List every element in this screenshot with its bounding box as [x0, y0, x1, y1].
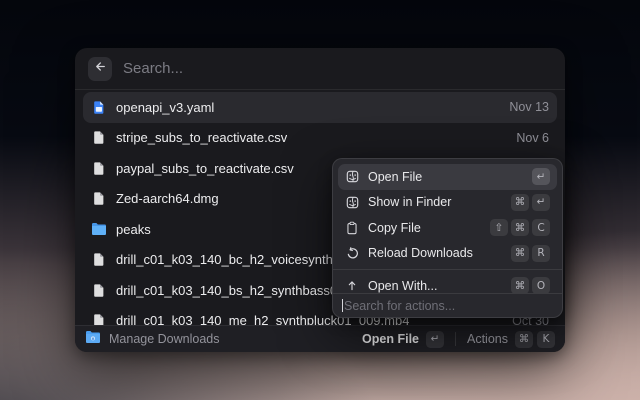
- status-bar: Manage Downloads Open File ↵ Actions ⌘K: [75, 325, 565, 352]
- shortcut-keycap: ⌘: [511, 194, 529, 211]
- menu-item[interactable]: Copy File ⇧⌘C: [338, 215, 557, 241]
- document-icon: [91, 130, 107, 146]
- shortcut-keycap: ↵: [532, 168, 550, 185]
- shortcut-keycap: ⌘: [511, 277, 529, 293]
- search-bar: [75, 48, 565, 90]
- menu-item-label: Reload Downloads: [368, 246, 473, 260]
- file-name: openapi_v3.yaml: [116, 100, 214, 115]
- actions-button[interactable]: Actions: [467, 332, 508, 346]
- shortcut-keycap: ⌘: [511, 219, 529, 236]
- statusbar-divider: [455, 332, 456, 346]
- menu-item-shortcut: ⌘R: [511, 245, 550, 262]
- document-icon: [91, 160, 107, 176]
- menu-item-shortcut: ⇧⌘C: [490, 219, 550, 236]
- file-date: Nov 13: [509, 100, 549, 114]
- document-icon: [91, 313, 107, 325]
- status-right: Open File ↵ Actions ⌘K: [362, 331, 555, 348]
- shortcut-keycap: ↵: [532, 194, 550, 211]
- actions-shortcut: ⌘K: [515, 331, 555, 348]
- file-name: stripe_subs_to_reactivate.csv: [116, 130, 287, 145]
- return-keycap: ↵: [426, 331, 444, 348]
- downloads-folder-icon: [85, 330, 101, 349]
- finder-icon: [345, 170, 359, 184]
- yaml-document-icon: [91, 99, 107, 115]
- actions-menu-list[interactable]: Open File ↵ Show in Finder ⌘↵ Copy File …: [333, 159, 562, 293]
- reload-icon: [345, 246, 359, 260]
- shortcut-keycap: ⇧: [490, 219, 508, 236]
- file-name: peaks: [116, 222, 151, 237]
- clipboard-icon: [345, 221, 359, 235]
- file-name: Zed-aarch64.dmg: [116, 191, 219, 206]
- primary-action-label[interactable]: Open File: [362, 332, 419, 346]
- finder-icon: [345, 195, 359, 209]
- shortcut-keycap: R: [532, 245, 550, 262]
- search-input[interactable]: [123, 60, 552, 77]
- text-caret: [342, 299, 343, 312]
- shortcut-keycap: ⌘: [511, 245, 529, 262]
- menu-divider: [333, 269, 562, 270]
- back-button[interactable]: [88, 57, 112, 81]
- document-icon: [91, 282, 107, 298]
- menu-item-shortcut: ↵: [532, 168, 550, 185]
- folder-icon: [91, 221, 107, 237]
- menu-item-shortcut: ⌘O: [511, 277, 550, 293]
- shortcut-keycap: O: [532, 277, 550, 293]
- file-row[interactable]: stripe_subs_to_reactivate.csv Nov 6: [83, 123, 557, 154]
- status-app-label: Manage Downloads: [109, 332, 220, 346]
- document-icon: [91, 252, 107, 268]
- menu-item-label: Show in Finder: [368, 195, 451, 209]
- actions-keycap: ⌘: [515, 331, 533, 348]
- actions-menu: Open File ↵ Show in Finder ⌘↵ Copy File …: [332, 158, 563, 318]
- menu-item-shortcut: ⌘↵: [511, 194, 550, 211]
- file-row[interactable]: openapi_v3.yaml Nov 13: [83, 92, 557, 123]
- menu-item[interactable]: Reload Downloads ⌘R: [338, 241, 557, 267]
- menu-item[interactable]: Open With... ⌘O: [338, 273, 557, 293]
- menu-item-label: Open With...: [368, 279, 437, 293]
- document-icon: [91, 191, 107, 207]
- open-with-icon: [345, 279, 359, 293]
- status-left: Manage Downloads: [85, 330, 220, 349]
- file-name: paypal_subs_to_reactivate.csv: [116, 161, 294, 176]
- shortcut-keycap: C: [532, 219, 550, 236]
- back-arrow-icon: [94, 60, 107, 78]
- actions-search-input[interactable]: [344, 299, 553, 313]
- actions-keycap: K: [537, 331, 555, 348]
- menu-item[interactable]: Show in Finder ⌘↵: [338, 190, 557, 216]
- menu-item-label: Open File: [368, 170, 422, 184]
- menu-item[interactable]: Open File ↵: [338, 164, 557, 190]
- actions-search-row: [333, 293, 562, 317]
- file-date: Nov 6: [516, 131, 549, 145]
- menu-item-label: Copy File: [368, 221, 421, 235]
